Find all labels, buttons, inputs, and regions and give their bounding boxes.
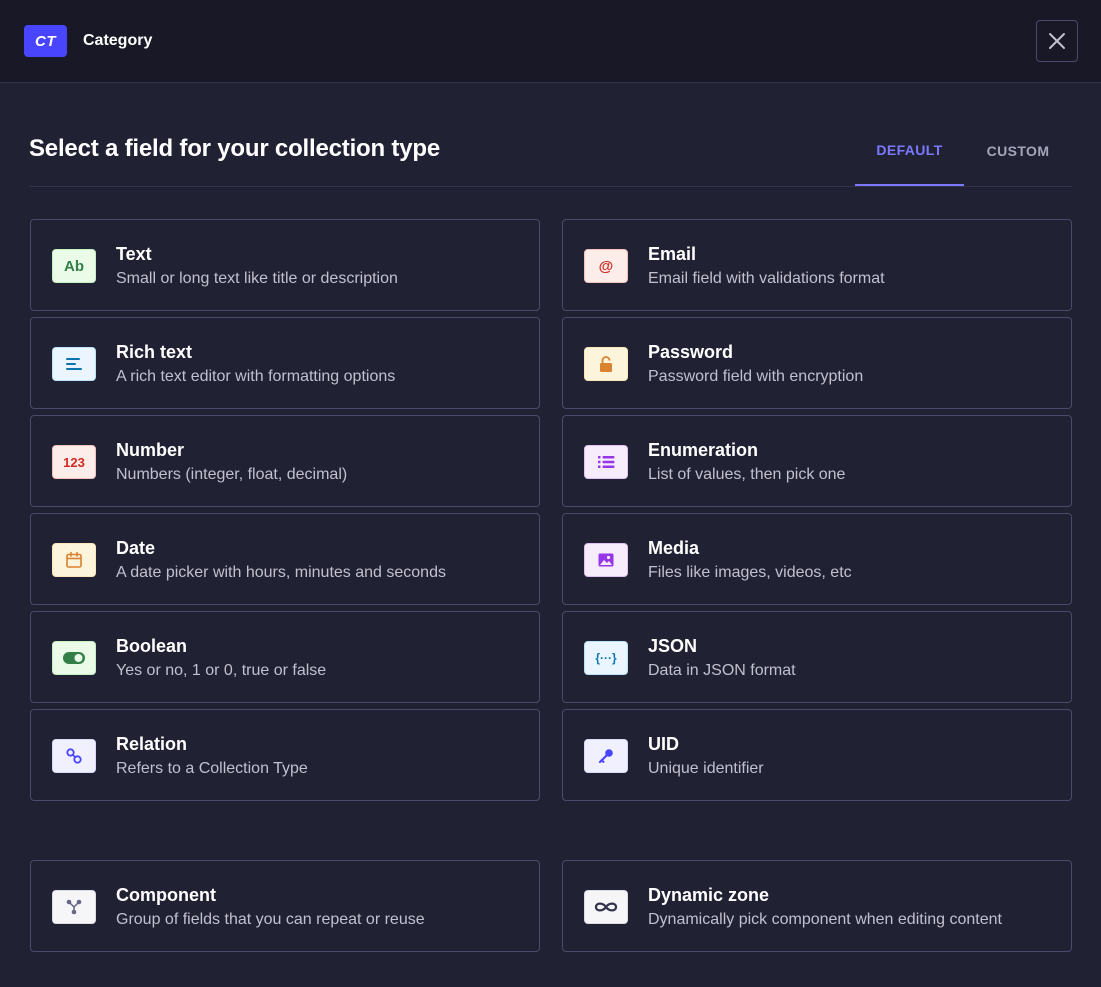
key-icon (584, 739, 628, 773)
field-description: Data in JSON format (648, 662, 796, 679)
collection-name: Category (83, 32, 153, 49)
field-description: Small or long text like title or descrip… (116, 270, 398, 287)
tab-custom[interactable]: CUSTOM (964, 84, 1072, 186)
field-option-text[interactable]: Ab Text Small or long text like title or… (30, 219, 540, 311)
lock-icon (584, 347, 628, 381)
field-option-email[interactable]: @ Email Email field with validations for… (562, 219, 1072, 311)
field-description: Yes or no, 1 or 0, true or false (116, 662, 327, 679)
relation-icon (52, 739, 96, 773)
field-option-rich-text[interactable]: Rich text A rich text editor with format… (30, 317, 540, 409)
close-button[interactable] (1036, 20, 1078, 62)
field-option-number[interactable]: 123 Number Numbers (integer, float, deci… (30, 415, 540, 507)
field-option-relation[interactable]: Relation Refers to a Collection Type (30, 709, 540, 801)
json-icon: {···} (584, 641, 628, 675)
field-description: Numbers (integer, float, decimal) (116, 466, 348, 483)
field-title: UID (648, 734, 679, 754)
field-option-json[interactable]: {···} JSON Data in JSON format (562, 611, 1072, 703)
field-title: Email (648, 244, 697, 264)
field-title: Enumeration (648, 440, 759, 460)
field-description: Password field with encryption (648, 368, 864, 385)
tab-list: DEFAULT CUSTOM (855, 84, 1072, 186)
field-description: A date picker with hours, minutes and se… (116, 564, 446, 581)
close-icon (1049, 33, 1065, 49)
email-icon: @ (584, 249, 628, 283)
field-description: Group of fields that you can repeat or r… (116, 911, 425, 928)
field-title: Rich text (116, 342, 193, 362)
field-description: Files like images, videos, etc (648, 564, 852, 581)
field-title: Text (116, 244, 152, 264)
list-icon (584, 445, 628, 479)
component-icon (52, 890, 96, 924)
field-option-dynamic-zone[interactable]: Dynamic zone Dynamically pick component … (562, 860, 1072, 952)
title-row: Select a field for your collection type … (29, 84, 1072, 187)
rich-text-icon (52, 347, 96, 381)
tab-default[interactable]: DEFAULT (855, 84, 964, 186)
field-option-password[interactable]: Password Password field with encryption (562, 317, 1072, 409)
field-option-media[interactable]: Media Files like images, videos, etc (562, 513, 1072, 605)
toggle-icon (52, 641, 96, 675)
field-title: Date (116, 538, 156, 558)
modal-header: CT Category (0, 0, 1101, 83)
field-description: List of values, then pick one (648, 466, 846, 483)
field-title: Component (116, 885, 216, 905)
field-title: Relation (116, 734, 188, 754)
infinity-icon (584, 890, 628, 924)
field-title: Boolean (116, 636, 188, 656)
field-description: Email field with validations format (648, 270, 885, 287)
field-option-boolean[interactable]: Boolean Yes or no, 1 or 0, true or false (30, 611, 540, 703)
field-option-enumeration[interactable]: Enumeration List of values, then pick on… (562, 415, 1072, 507)
field-title: JSON (648, 636, 698, 656)
field-option-component[interactable]: Component Group of fields that you can r… (30, 860, 540, 952)
field-description: Dynamically pick component when editing … (648, 911, 1002, 928)
text-icon: Ab (52, 249, 96, 283)
field-title: Media (648, 538, 700, 558)
page-title: Select a field for your collection type (29, 135, 440, 162)
media-icon (584, 543, 628, 577)
field-description: A rich text editor with formatting optio… (116, 368, 396, 385)
field-title: Password (648, 342, 734, 362)
field-option-uid[interactable]: UID Unique identifier (562, 709, 1072, 801)
number-icon: 123 (52, 445, 96, 479)
field-description: Refers to a Collection Type (116, 760, 308, 777)
field-title: Number (116, 440, 185, 460)
field-description: Unique identifier (648, 760, 764, 777)
field-title: Dynamic zone (648, 885, 770, 905)
field-option-date[interactable]: Date A date picker with hours, minutes a… (30, 513, 540, 605)
calendar-icon (52, 543, 96, 577)
field-picker-modal: CT Category Select a field for your coll… (0, 0, 1101, 987)
collection-type-badge: CT (24, 25, 67, 57)
